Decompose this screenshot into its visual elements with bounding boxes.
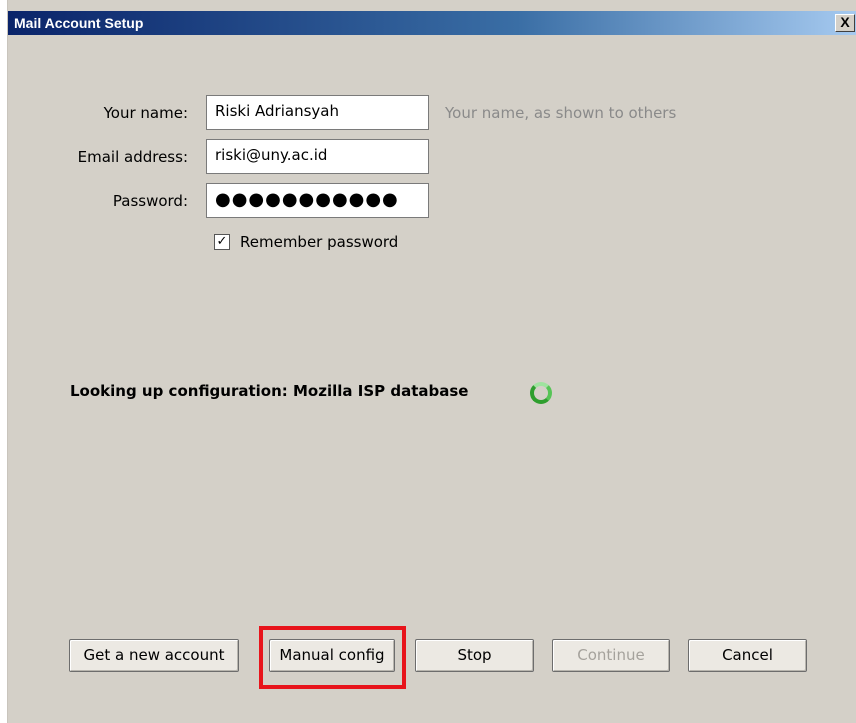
name-label: Your name: — [103, 104, 188, 122]
status-text: Looking up configuration: Mozilla ISP da… — [70, 382, 469, 400]
password-input[interactable]: ●●●●●●●●●●● — [206, 183, 429, 218]
mail-account-setup-dialog: Mail Account Setup X Your name: Riski Ad… — [7, 0, 856, 723]
close-button[interactable]: X — [835, 14, 855, 32]
name-hint: Your name, as shown to others — [445, 104, 677, 122]
stop-button[interactable]: Stop — [415, 639, 534, 672]
continue-button[interactable]: Continue — [552, 639, 670, 672]
cancel-button[interactable]: Cancel — [688, 639, 807, 672]
get-new-account-button[interactable]: Get a new account — [69, 639, 239, 672]
loading-spinner-icon — [530, 382, 552, 404]
close-icon: X — [840, 14, 850, 30]
email-input[interactable]: riski@uny.ac.id — [206, 139, 429, 174]
manual-config-button[interactable]: Manual config — [269, 639, 395, 672]
password-label: Password: — [112, 192, 188, 210]
remember-password-label[interactable]: Remember password — [240, 233, 398, 251]
name-input[interactable]: Riski Adriansyah — [206, 95, 429, 130]
email-label: Email address: — [77, 148, 188, 166]
remember-password-checkbox[interactable]: ✓ — [214, 234, 230, 250]
window-title: Mail Account Setup — [14, 15, 144, 31]
title-bar[interactable]: Mail Account Setup X — [8, 11, 856, 35]
